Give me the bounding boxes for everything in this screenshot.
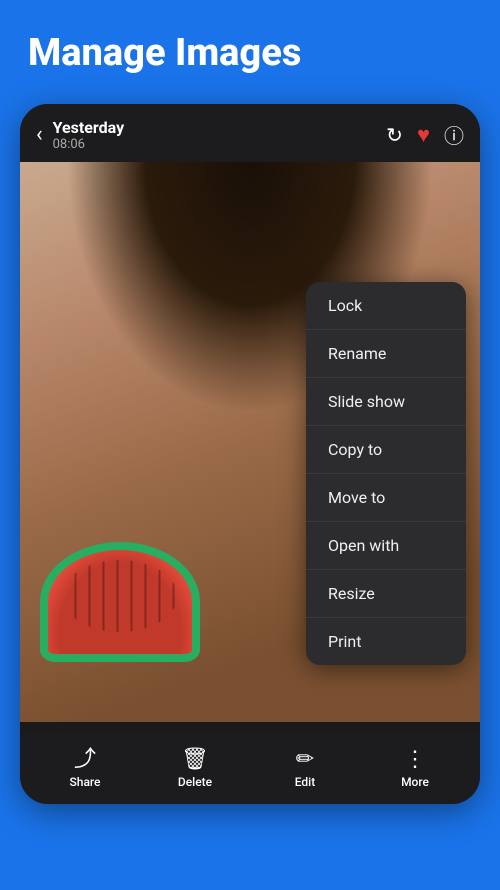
top-section: Manage Images [0, 0, 500, 104]
photo-watermelon [40, 542, 200, 662]
nav-delete[interactable]: 🗑 Delete [140, 749, 250, 789]
photo-header: ‹ Yesterday 08:06 ↻ ♥ ⓘ [20, 104, 480, 162]
image-area: Lock Rename Slide show Copy to Move to O… [20, 162, 480, 722]
menu-item-resize[interactable]: Resize [306, 570, 466, 618]
header-icons: ↻ ♥ ⓘ [386, 120, 464, 149]
menu-item-open-with[interactable]: Open with [306, 522, 466, 570]
context-menu: Lock Rename Slide show Copy to Move to O… [306, 282, 466, 665]
menu-item-slide-show[interactable]: Slide show [306, 378, 466, 426]
header-info: Yesterday 08:06 [53, 118, 377, 152]
bottom-nav: ⤴ Share 🗑 Delete ✏ Edit ⋮ More [20, 734, 480, 804]
phone-frame: ‹ Yesterday 08:06 ↻ ♥ ⓘ Lock Rename [20, 104, 480, 804]
nav-more[interactable]: ⋮ More [360, 749, 470, 789]
heart-icon[interactable]: ♥ [417, 122, 430, 148]
delete-label: Delete [178, 775, 212, 789]
refresh-icon[interactable]: ↻ [386, 123, 403, 147]
photo-time: 08:06 [53, 137, 377, 152]
menu-item-rename[interactable]: Rename [306, 330, 466, 378]
more-icon: ⋮ [404, 749, 426, 771]
edit-label: Edit [295, 775, 315, 789]
phone-container: ‹ Yesterday 08:06 ↻ ♥ ⓘ Lock Rename [0, 104, 500, 804]
share-icon: ⤴ [74, 749, 96, 771]
edit-icon: ✏ [296, 749, 314, 771]
share-label: Share [70, 775, 101, 789]
photo-date: Yesterday [53, 118, 377, 137]
more-label: More [401, 775, 429, 789]
delete-icon: 🗑 [181, 749, 209, 771]
menu-item-print[interactable]: Print [306, 618, 466, 665]
nav-edit[interactable]: ✏ Edit [250, 749, 360, 789]
back-button[interactable]: ‹ [36, 122, 43, 147]
menu-item-move-to[interactable]: Move to [306, 474, 466, 522]
menu-item-copy-to[interactable]: Copy to [306, 426, 466, 474]
info-icon[interactable]: ⓘ [444, 120, 464, 149]
menu-item-lock[interactable]: Lock [306, 282, 466, 330]
nav-share[interactable]: ⤴ Share [30, 749, 140, 789]
page-title: Manage Images [28, 32, 472, 76]
